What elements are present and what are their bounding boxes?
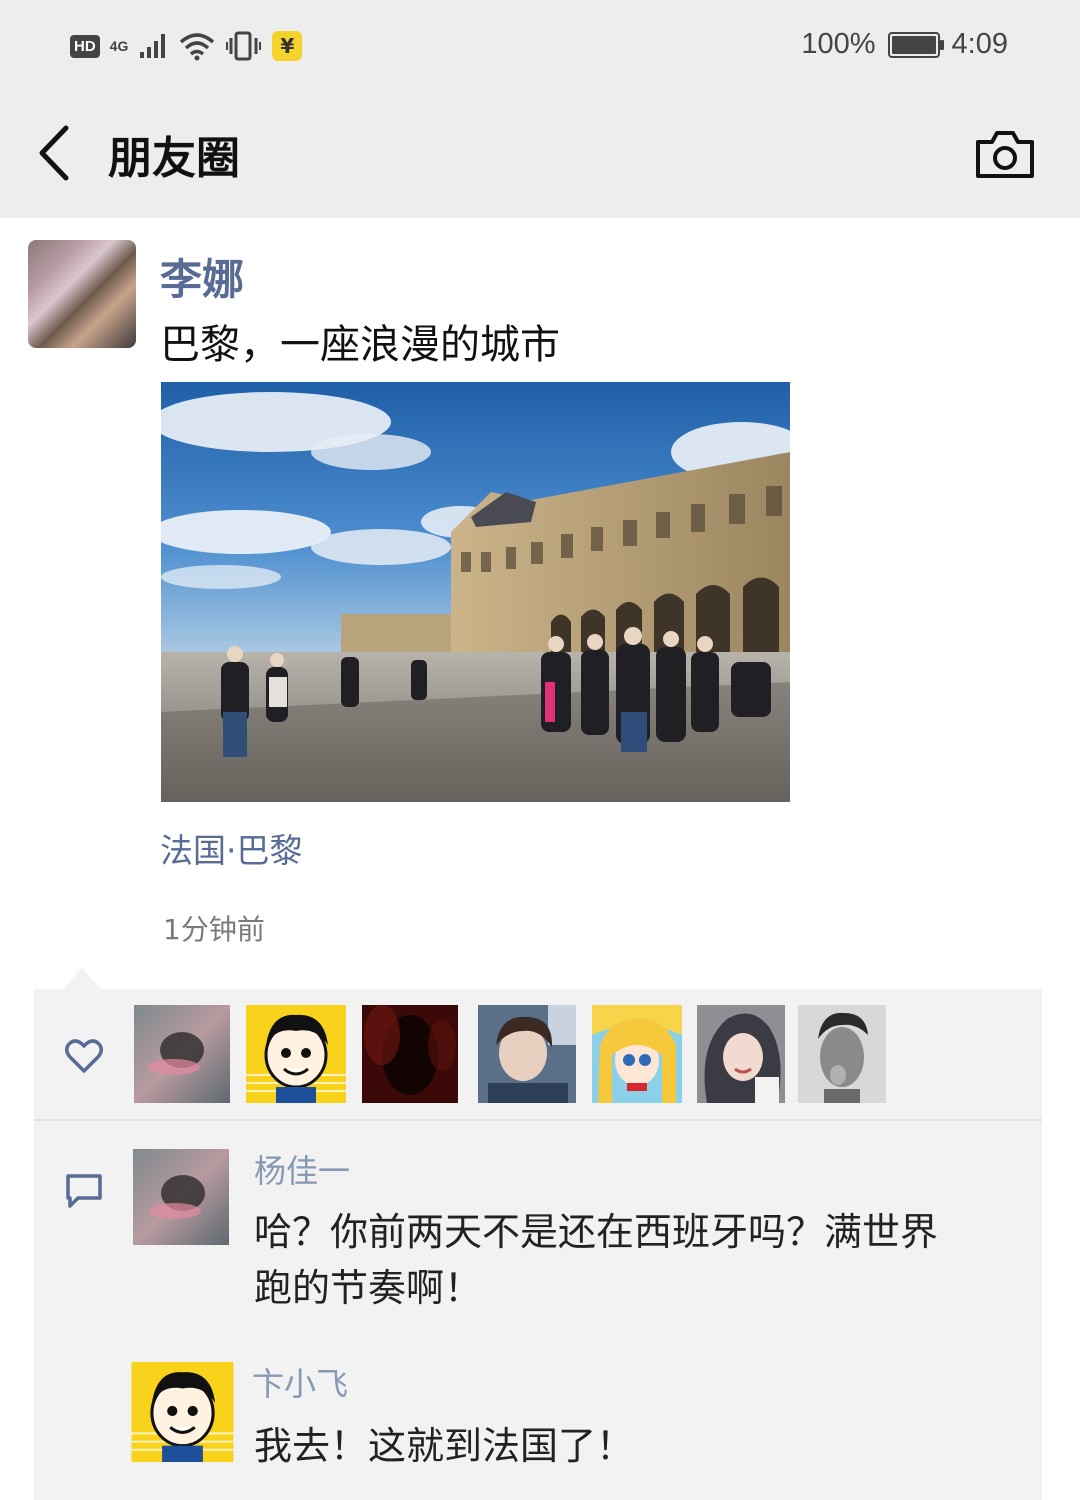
heart-icon <box>65 1039 103 1073</box>
wifi-icon <box>180 33 215 61</box>
camera-icon[interactable] <box>974 128 1036 180</box>
panel-pointer <box>62 968 102 990</box>
network-type: 4G <box>109 38 129 54</box>
commenter-name[interactable]: 杨佳一 <box>254 1146 350 1192</box>
comment-text-line: 哈？你前两天不是还在西班牙吗？满世界 <box>254 1210 939 1254</box>
commenter-avatar[interactable] <box>131 1362 234 1462</box>
post-text: 巴黎，一座浪漫的城市 <box>160 322 560 368</box>
post-author-name[interactable]: 李娜 <box>160 246 244 307</box>
comment-text: 哈？你前两天不是还在西班牙吗？满世界 跑的节奏啊！ <box>254 1204 938 1316</box>
commenter-name[interactable]: 卞小飞 <box>252 1359 348 1405</box>
liker-avatar[interactable] <box>246 1005 346 1103</box>
battery-percent: 100% <box>801 28 876 60</box>
liker-avatar[interactable] <box>697 1005 785 1103</box>
post-author-avatar[interactable] <box>28 240 136 348</box>
comment-text: 我去！这就到法国了！ <box>254 1424 635 1468</box>
signal-icon <box>140 34 166 58</box>
liker-avatar[interactable] <box>362 1005 458 1103</box>
vibrate-icon <box>226 31 262 61</box>
back-arrow-icon[interactable] <box>30 120 82 186</box>
page-title: 朋友圈 <box>108 133 240 184</box>
liker-avatar[interactable] <box>798 1005 886 1103</box>
status-icons-left: HD 4G ¥ <box>70 26 303 66</box>
liker-avatar[interactable] <box>478 1005 576 1103</box>
battery-icon <box>887 31 944 58</box>
wallet-icon: ¥ <box>272 31 303 61</box>
clock: 4:09 <box>951 28 1008 60</box>
post-photo[interactable] <box>161 382 790 802</box>
liker-avatar[interactable] <box>592 1005 682 1103</box>
status-bar: HD 4G ¥ 100% 4:09 <box>0 0 1080 90</box>
post-location[interactable]: 法国·巴黎 <box>160 824 303 872</box>
nav-bar: 朋友圈 <box>0 90 1080 218</box>
liker-avatar[interactable] <box>134 1005 230 1103</box>
comment-icon <box>66 1174 102 1208</box>
comment-text-line: 跑的节奏啊！ <box>254 1266 483 1310</box>
status-icons-right: 100% 4:09 <box>801 28 1008 61</box>
hd-badge: HD <box>70 34 100 58</box>
post-timestamp: 1分钟前 <box>163 913 265 946</box>
commenter-avatar[interactable] <box>133 1149 229 1245</box>
